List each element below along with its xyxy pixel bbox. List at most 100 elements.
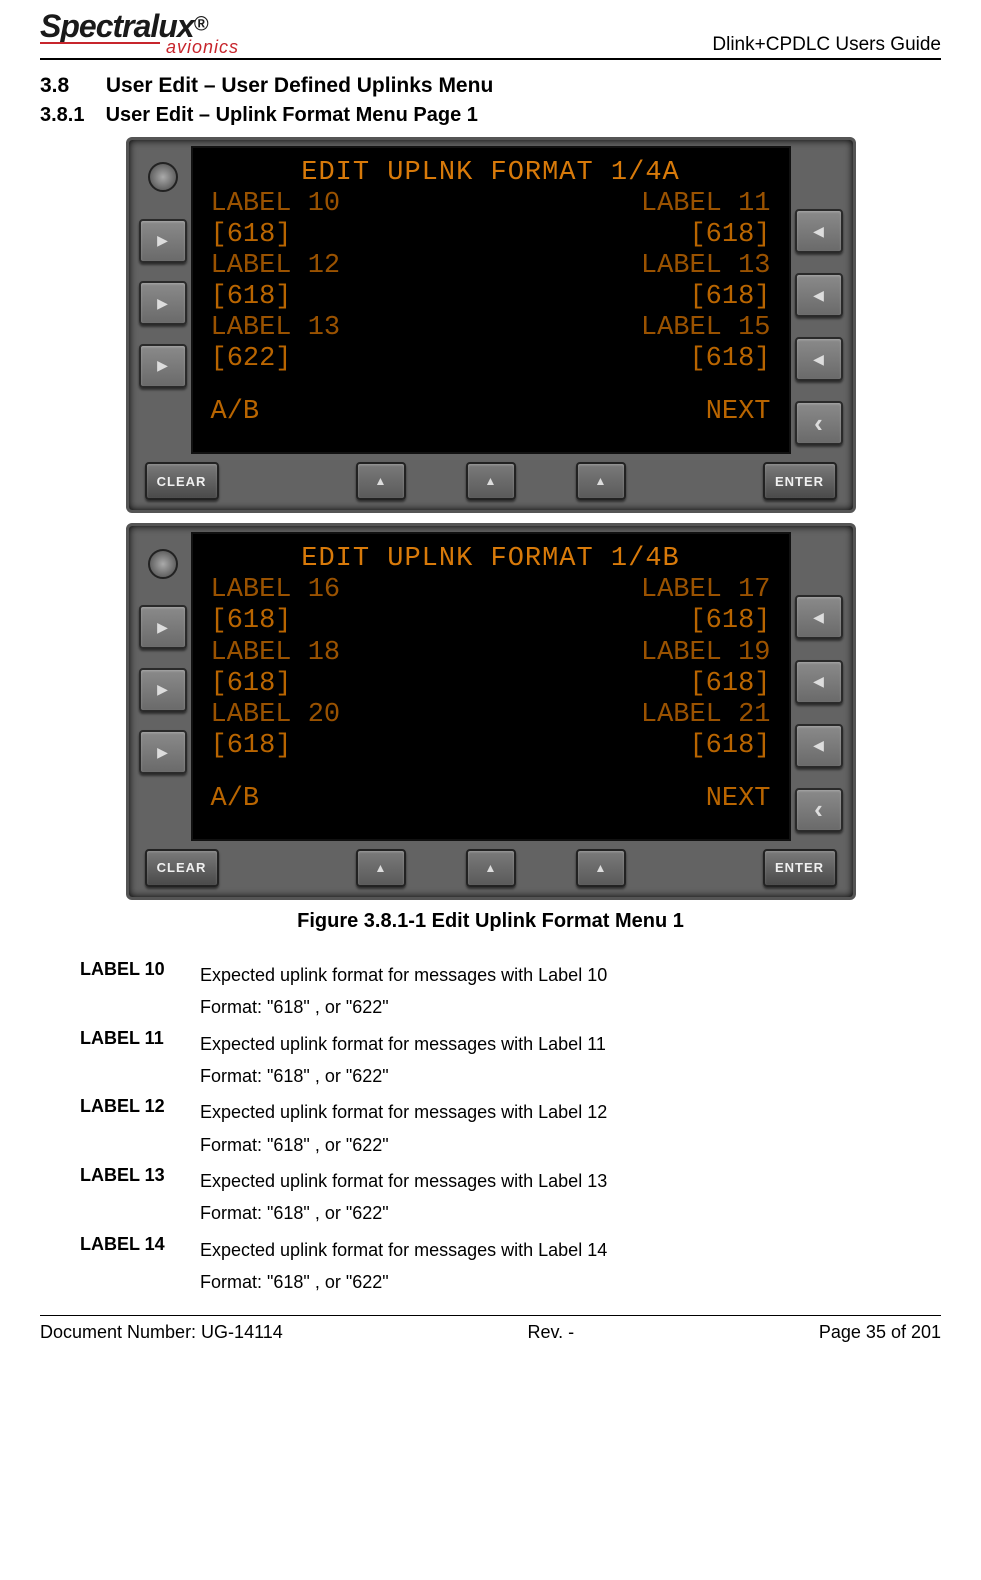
desc-row: LABEL 14 Expected uplink format for mess…: [80, 1234, 941, 1299]
left-softkeys: [135, 146, 191, 454]
desc-text: Expected uplink format for messages with…: [200, 1234, 607, 1299]
field-value[interactable]: [618]: [211, 606, 292, 637]
lsk-r2[interactable]: [795, 273, 843, 317]
lsk-l1[interactable]: [139, 605, 187, 649]
section-title: User Edit – User Defined Uplinks Menu: [106, 74, 493, 97]
lsk-r3[interactable]: [795, 337, 843, 381]
field-value[interactable]: [622]: [211, 344, 292, 375]
bottom-softkey-1[interactable]: [356, 849, 406, 887]
desc-text: Expected uplink format for messages with…: [200, 1165, 607, 1230]
revision: Rev. -: [528, 1322, 575, 1343]
screen-title: EDIT UPLNK FORMAT 1/4B: [211, 544, 771, 575]
field-value[interactable]: [618]: [211, 220, 292, 251]
lsk-l3[interactable]: [139, 730, 187, 774]
desc-label: LABEL 13: [80, 1165, 200, 1230]
clear-button[interactable]: CLEAR: [145, 462, 219, 500]
desc-label: LABEL 14: [80, 1234, 200, 1299]
desc-label: LABEL 12: [80, 1096, 200, 1161]
right-softkeys: [791, 532, 847, 840]
desc-row: LABEL 12 Expected uplink format for mess…: [80, 1096, 941, 1161]
field-label: LABEL 18: [211, 638, 341, 669]
desc-row: LABEL 10 Expected uplink format for mess…: [80, 959, 941, 1024]
desc-text: Expected uplink format for messages with…: [200, 1028, 606, 1093]
lsk-r1[interactable]: [795, 209, 843, 253]
field-label: LABEL 12: [211, 251, 341, 282]
screen-title: EDIT UPLNK FORMAT 1/4A: [211, 158, 771, 189]
logo: Spectralux® avionics: [40, 10, 239, 56]
logo-reg-mark: ®: [194, 14, 208, 36]
desc-row: LABEL 11 Expected uplink format for mess…: [80, 1028, 941, 1093]
lsk-l1[interactable]: [139, 219, 187, 263]
field-label: LABEL 20: [211, 700, 341, 731]
desc-label: LABEL 10: [80, 959, 200, 1024]
bottom-buttons: CLEAR ENTER: [135, 454, 847, 504]
bottom-softkey-3[interactable]: [576, 849, 626, 887]
field-label: LABEL 11: [641, 189, 771, 220]
enter-button[interactable]: ENTER: [763, 849, 837, 887]
knob-icon[interactable]: [148, 549, 178, 579]
logo-sub: avionics: [166, 38, 239, 56]
field-value[interactable]: [618]: [211, 669, 292, 700]
desc-label: LABEL 11: [80, 1028, 200, 1093]
field-label: LABEL 17: [641, 575, 771, 606]
desc-text: Expected uplink format for messages with…: [200, 1096, 607, 1161]
right-softkeys: [791, 146, 847, 454]
figure-caption: Figure 3.8.1-1 Edit Uplink Format Menu 1: [40, 910, 941, 933]
desc-row: LABEL 13 Expected uplink format for mess…: [80, 1165, 941, 1230]
field-value[interactable]: [618]: [689, 669, 770, 700]
field-label: LABEL 10: [211, 189, 341, 220]
page-footer: Document Number: UG-14114 Rev. - Page 35…: [40, 1315, 941, 1363]
lsk-l2[interactable]: [139, 281, 187, 325]
bottom-softkey-1[interactable]: [356, 462, 406, 500]
field-value[interactable]: [618]: [689, 282, 770, 313]
subsection-heading: 3.8.1 User Edit – Uplink Format Menu Pag…: [40, 104, 941, 127]
header-bar: Spectralux® avionics Dlink+CPDLC Users G…: [40, 10, 941, 60]
doc-number: Document Number: UG-14114: [40, 1322, 283, 1343]
left-softkeys: [135, 532, 191, 840]
field-value[interactable]: [618]: [211, 731, 292, 762]
field-value[interactable]: [618]: [689, 220, 770, 251]
bottom-softkey-3[interactable]: [576, 462, 626, 500]
field-value[interactable]: [618]: [689, 731, 770, 762]
lsk-r4-back[interactable]: [795, 788, 843, 832]
field-value[interactable]: [618]: [689, 606, 770, 637]
field-label: LABEL 15: [641, 313, 771, 344]
next-link[interactable]: NEXT: [706, 784, 771, 815]
lsk-r2[interactable]: [795, 660, 843, 704]
section-num: 3.8: [40, 74, 100, 98]
lsk-r1[interactable]: [795, 595, 843, 639]
field-value[interactable]: [618]: [211, 282, 292, 313]
field-label: LABEL 21: [641, 700, 771, 731]
subsection-title: User Edit – Uplink Format Menu Page 1: [106, 104, 478, 126]
logo-text-a: Spectra: [40, 8, 150, 44]
lsk-r4-back[interactable]: [795, 401, 843, 445]
cdu-device-b: EDIT UPLNK FORMAT 1/4B LABEL 16LABEL 17 …: [126, 523, 856, 899]
field-label: LABEL 13: [211, 313, 341, 344]
logo-rule: [40, 42, 160, 44]
guide-title: Dlink+CPDLC Users Guide: [712, 34, 941, 56]
field-label: LABEL 13: [641, 251, 771, 282]
knob-icon[interactable]: [148, 162, 178, 192]
bottom-buttons: CLEAR ENTER: [135, 841, 847, 891]
section-heading: 3.8 User Edit – User Defined Uplinks Men…: [40, 74, 941, 98]
cdu-device-a: EDIT UPLNK FORMAT 1/4A LABEL 10LABEL 11 …: [126, 137, 856, 513]
ab-toggle[interactable]: A/B: [211, 784, 260, 815]
field-value[interactable]: [618]: [689, 344, 770, 375]
lsk-r3[interactable]: [795, 724, 843, 768]
cdu-screen-a: EDIT UPLNK FORMAT 1/4A LABEL 10LABEL 11 …: [191, 146, 791, 454]
enter-button[interactable]: ENTER: [763, 462, 837, 500]
field-label: LABEL 19: [641, 638, 771, 669]
page-number: Page 35 of 201: [819, 1322, 941, 1343]
bottom-softkey-2[interactable]: [466, 462, 516, 500]
subsection-num: 3.8.1: [40, 104, 100, 127]
lsk-l2[interactable]: [139, 668, 187, 712]
clear-button[interactable]: CLEAR: [145, 849, 219, 887]
field-label: LABEL 16: [211, 575, 341, 606]
ab-toggle[interactable]: A/B: [211, 397, 260, 428]
description-table: LABEL 10 Expected uplink format for mess…: [80, 959, 941, 1299]
lsk-l3[interactable]: [139, 344, 187, 388]
desc-text: Expected uplink format for messages with…: [200, 959, 607, 1024]
next-link[interactable]: NEXT: [706, 397, 771, 428]
bottom-softkey-2[interactable]: [466, 849, 516, 887]
cdu-screen-b: EDIT UPLNK FORMAT 1/4B LABEL 16LABEL 17 …: [191, 532, 791, 840]
